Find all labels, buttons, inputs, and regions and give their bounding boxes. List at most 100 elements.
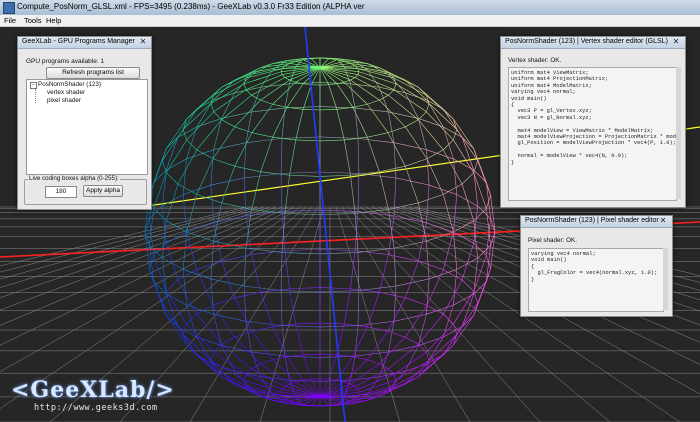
sphere-wire (196, 336, 214, 364)
pixel-editor-titlebar[interactable]: PosNormShader (123) | Pixel shader edito… (521, 216, 672, 228)
sphere-wire (221, 260, 235, 298)
sphere-wire (281, 74, 286, 78)
close-icon[interactable]: ✕ (656, 216, 670, 226)
refresh-programs-button[interactable]: Refresh programs list (46, 67, 140, 79)
sphere-wire (418, 222, 427, 262)
sphere-wire (393, 89, 427, 113)
sphere-wire (393, 248, 397, 287)
sphere-wire (281, 171, 321, 174)
scrollbar[interactable] (676, 67, 681, 199)
sphere-wire (234, 126, 253, 134)
sphere-wire (251, 132, 273, 138)
sphere-wire (284, 77, 290, 81)
sphere-wire (426, 94, 454, 120)
sphere-wire (387, 132, 406, 167)
sphere-wire (212, 126, 235, 159)
sphere-wire (319, 209, 358, 212)
sphere-wire (302, 354, 312, 380)
sphere-wire (350, 83, 380, 88)
sphere-wire (405, 79, 428, 101)
sphere-wire (319, 287, 351, 290)
gpu-manager-titlebar[interactable]: GeeXLab - GPU Programs Manager (18, 37, 151, 49)
sphere-wire (284, 248, 321, 251)
sphere-wire (280, 389, 283, 393)
sphere-wire (426, 111, 454, 141)
sphere-wire (234, 297, 253, 332)
sphere-wire (284, 383, 290, 387)
menu-file[interactable]: File (4, 16, 16, 25)
vertex-code-editor[interactable]: uniform mat4 ViewMatrix; uniform mat4 Pr… (508, 67, 677, 201)
sphere-wire (461, 184, 475, 221)
vertex-editor-titlebar[interactable]: PosNormShader (123) | Vertex shader edit… (501, 37, 685, 49)
sphere-wire (453, 139, 474, 173)
sphere-wire (379, 67, 406, 81)
sphere-wire (244, 285, 282, 291)
sphere-wire (212, 363, 235, 385)
tree-item-program[interactable]: PosNormShader (123) (38, 81, 101, 88)
sphere-wire (319, 108, 337, 111)
sphere-wire (379, 383, 406, 397)
alpha-input[interactable]: 180 (45, 186, 77, 198)
sphere-wire (367, 137, 380, 172)
sphere-wire (357, 389, 360, 393)
sphere-wire (182, 334, 212, 361)
collapse-icon[interactable]: − (30, 82, 37, 89)
sphere-wire (196, 260, 222, 270)
sphere-wire (221, 336, 235, 345)
sphere-wire (443, 108, 463, 138)
close-icon[interactable]: ✕ (669, 37, 683, 47)
title-bar[interactable]: Compute_PosNorm_GLSL.xml - FPS=3495 (0.2… (0, 0, 700, 16)
sphere-wire (418, 118, 427, 150)
sphere-wire (260, 69, 273, 88)
sphere-wire (405, 336, 419, 345)
sphere-wire (221, 376, 252, 392)
sphere-wire (379, 86, 406, 94)
close-icon[interactable]: ✕ (136, 37, 150, 47)
sphere-wire (387, 126, 406, 134)
sphere-wire (344, 136, 368, 141)
sphere-wire (212, 79, 235, 101)
scrollbar[interactable] (663, 248, 668, 310)
sphere-wire (379, 370, 406, 378)
sphere-wire (388, 111, 395, 143)
sphere-wire (418, 87, 444, 110)
sphere-wire (221, 166, 235, 204)
sphere-wire (418, 354, 444, 377)
sphere-wire (303, 108, 321, 111)
sphere-wire (350, 175, 356, 214)
sphere-wire (367, 104, 389, 133)
sphere-wire (379, 99, 406, 128)
menu-help[interactable]: Help (46, 16, 61, 25)
sphere-wire (319, 248, 356, 251)
sphere-wire (367, 326, 389, 332)
sphere-wire (426, 103, 430, 112)
sphere-wire (453, 158, 458, 195)
sphere-wire (289, 139, 297, 176)
sphere-wire (388, 89, 395, 96)
pixel-code-editor[interactable]: varying vec4 normal; void main() { gl_Fr… (528, 248, 664, 312)
sphere-wire (162, 129, 184, 161)
sphere-wire (336, 83, 354, 108)
tree-item-vertex-shader[interactable]: vertex shader (47, 89, 85, 96)
sphere-wire (443, 279, 463, 315)
apply-alpha-button[interactable]: Apply alpha (83, 185, 123, 197)
sphere-wire (282, 325, 321, 328)
menu-tools[interactable]: Tools (24, 16, 42, 25)
sphere-wire (210, 352, 214, 361)
sphere-wire (418, 313, 444, 345)
sphere-wire (280, 290, 283, 326)
vertex-shader-editor-window: PosNormShader (123) | Vertex shader edit… (500, 36, 686, 208)
sphere-wire (251, 326, 273, 332)
sphere-wire (388, 321, 395, 353)
geeks3d-url: http://www.geeks3d.com (34, 403, 158, 413)
sphere-wire (343, 288, 351, 325)
sphere-wire (221, 254, 252, 262)
tree-item-pixel-shader[interactable]: pixel shader (47, 97, 81, 104)
sphere-wire (388, 111, 419, 119)
sphere-wire (260, 137, 273, 172)
sphere-wire (319, 322, 345, 325)
sphere-wire (426, 336, 444, 364)
sphere-wire (212, 158, 235, 167)
sphere-wire (354, 386, 359, 390)
sphere-wire (281, 386, 286, 390)
